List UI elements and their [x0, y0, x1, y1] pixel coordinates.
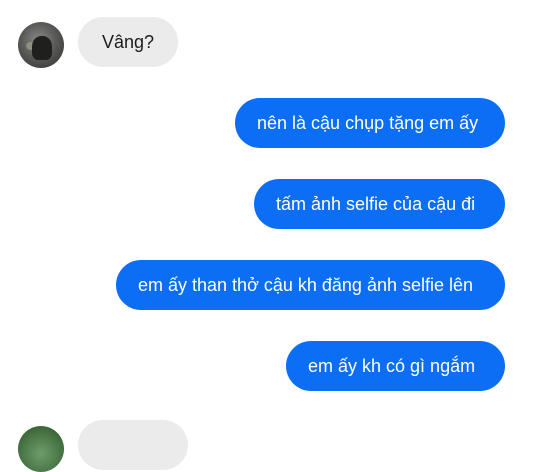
- contact-avatar[interactable]: [18, 426, 64, 472]
- incoming-message-bubble[interactable]: Vâng?: [78, 17, 178, 67]
- outgoing-message-bubble[interactable]: nên là cậu chụp tặng em ấy: [235, 98, 505, 148]
- incoming-message-bubble[interactable]: [78, 420, 188, 470]
- outgoing-message-bubble[interactable]: tấm ảnh selfie của cậu đi: [254, 179, 505, 229]
- avatar-photo-figure: [32, 36, 52, 60]
- contact-avatar[interactable]: [18, 22, 64, 68]
- outgoing-message-bubble[interactable]: em ấy than thở cậu kh đăng ảnh selfie lê…: [116, 260, 505, 310]
- outgoing-message-bubble[interactable]: em ấy kh có gì ngắm: [286, 341, 505, 391]
